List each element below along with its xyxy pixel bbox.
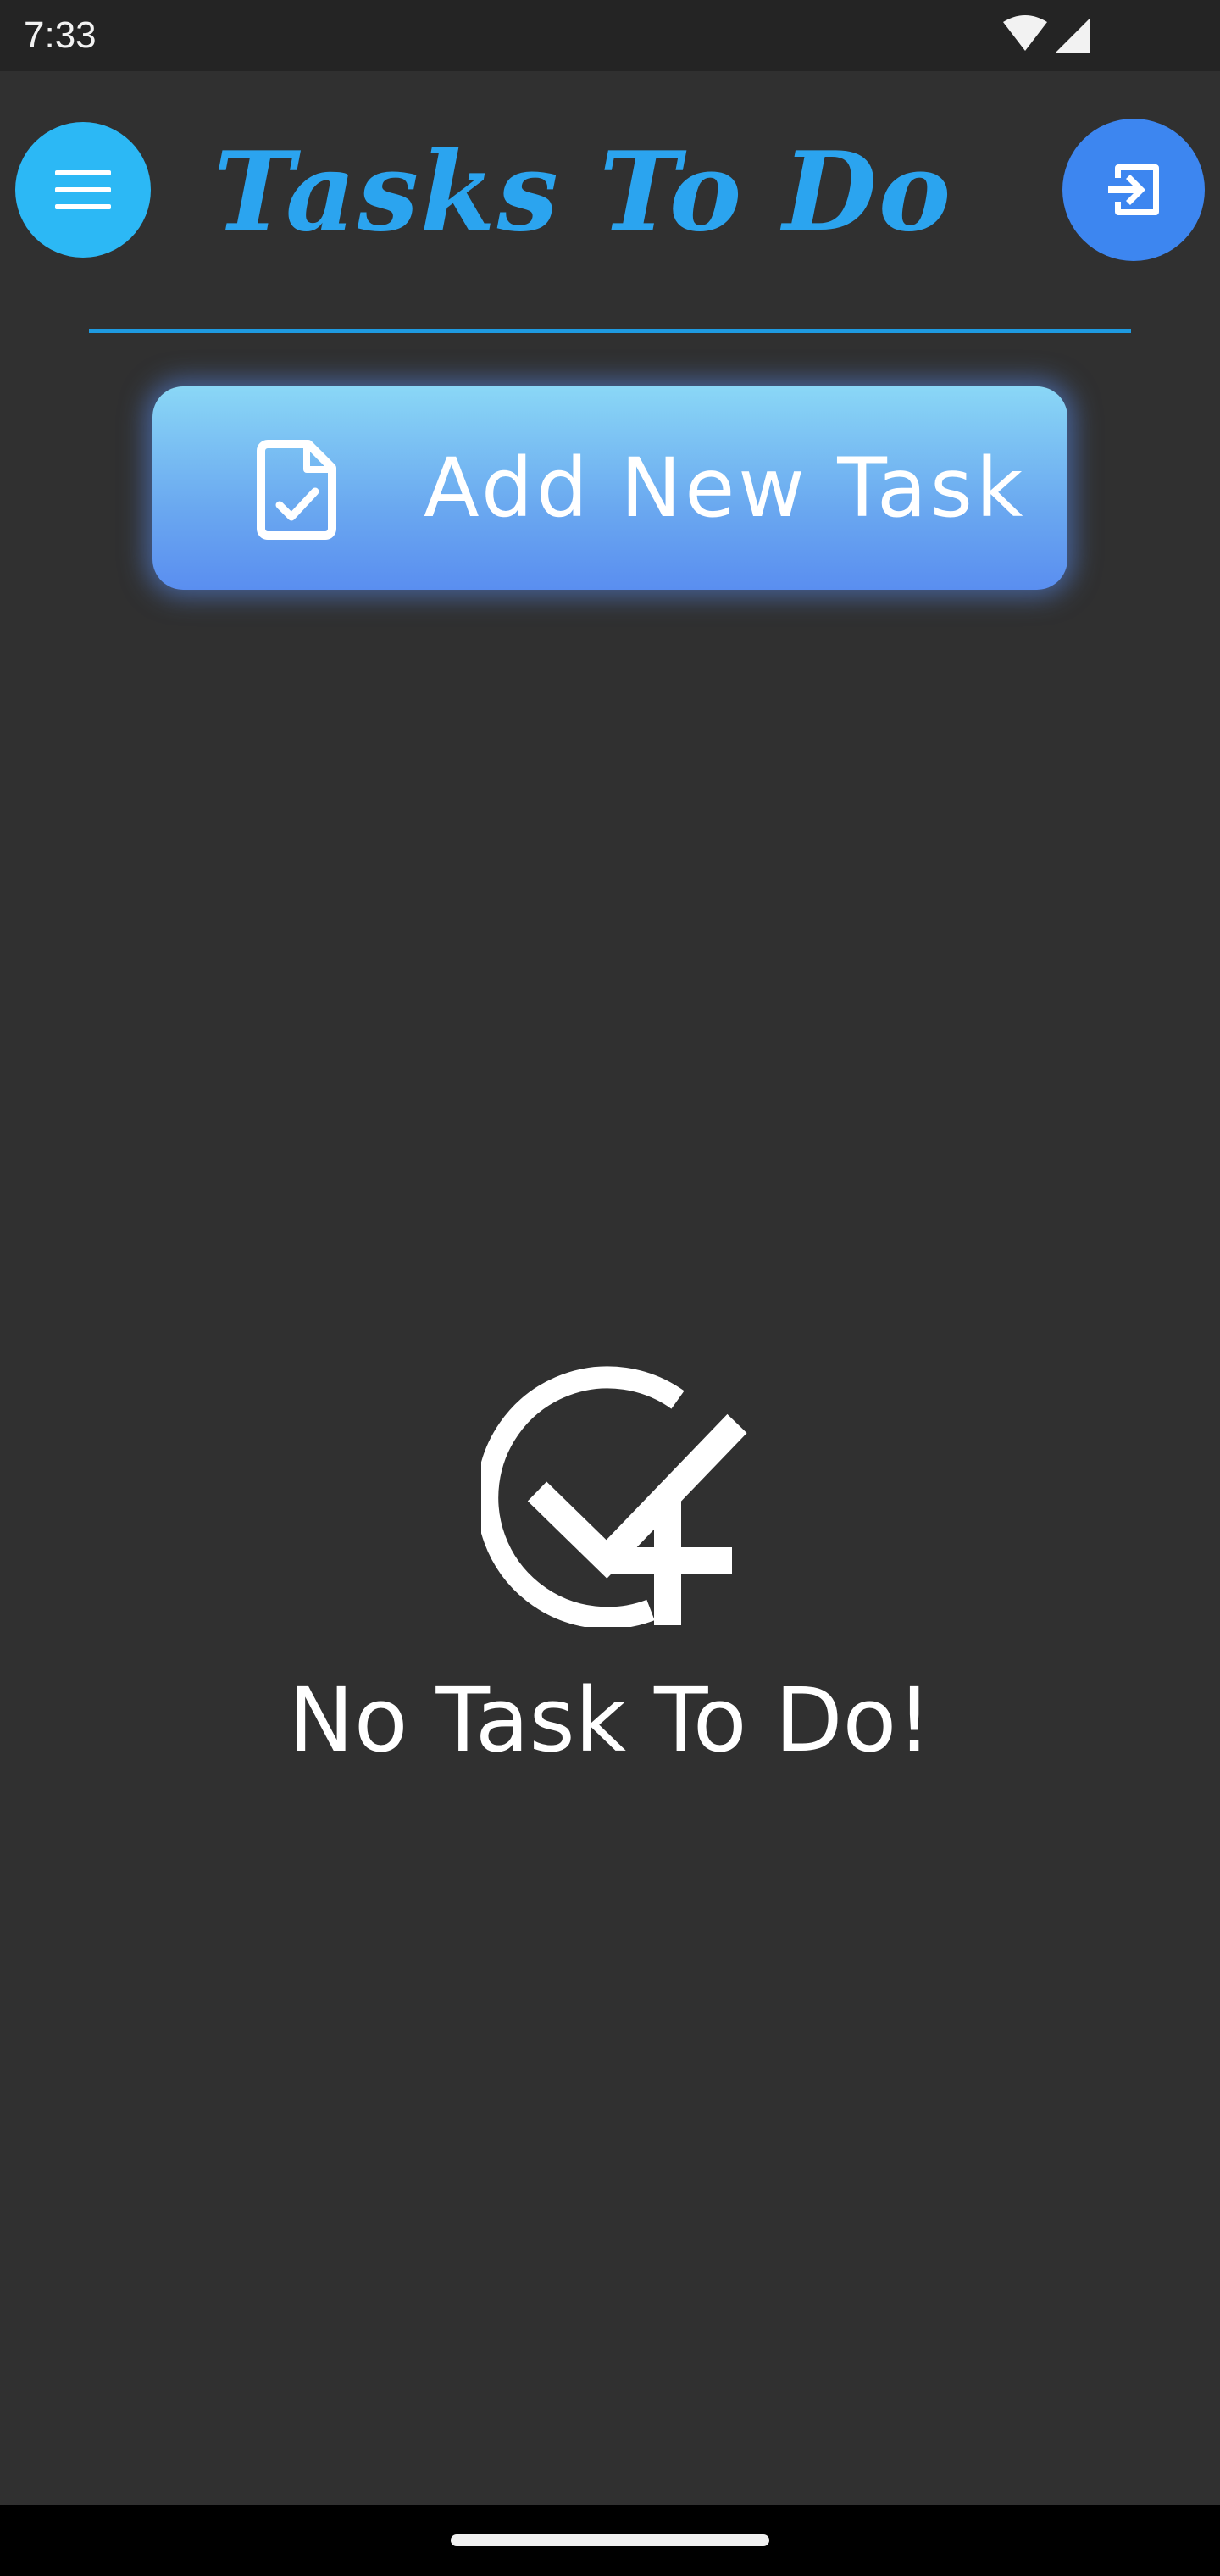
status-time: 7:33 [24, 14, 97, 56]
check-circle-plus-icon [481, 1366, 747, 1627]
empty-state-message: No Task To Do! [288, 1668, 932, 1772]
navigation-bar [0, 2505, 1220, 2576]
exit-to-app-icon [1108, 164, 1159, 215]
add-new-task-label: Add New Task [424, 441, 1027, 536]
wifi-icon [1003, 15, 1047, 51]
app-screen: 7:33 Tasks To Do Add New Task No Task To… [0, 0, 1220, 2576]
add-new-task-button[interactable]: Add New Task [152, 386, 1068, 590]
menu-button[interactable] [15, 122, 151, 258]
header-divider [89, 329, 1131, 333]
app-title: Tasks To Do [214, 129, 953, 256]
signal-icon [1056, 19, 1090, 53]
status-icons [1003, 15, 1090, 53]
task-file-check-icon [257, 440, 336, 540]
home-indicator[interactable] [451, 2534, 769, 2546]
logout-button[interactable] [1062, 119, 1205, 261]
status-bar: 7:33 [0, 0, 1220, 71]
menu-icon [55, 170, 111, 209]
